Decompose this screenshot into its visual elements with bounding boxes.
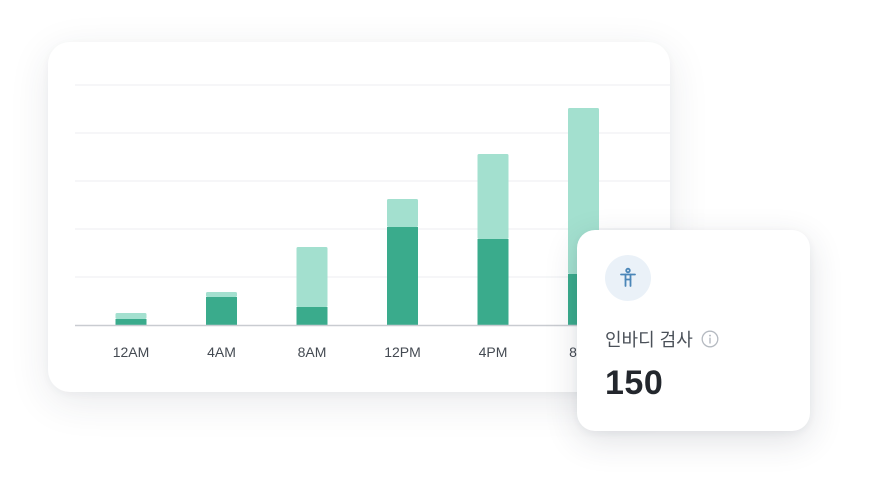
tick-label-layer: 12AM4AM8AM12PM4PM8PM [113,344,598,360]
x-tick-label: 4AM [207,344,236,360]
bar-segment-12pm-2[interactable] [387,199,418,227]
bar-segment-12am-1[interactable] [115,319,147,325]
metric-icon-badge [605,255,651,301]
bar-segment-4pm-2[interactable] [477,154,509,239]
x-tick-label: 8AM [298,344,327,360]
metric-value: 150 [605,364,664,402]
bar-layer [115,108,599,325]
bar-segment-12am-2[interactable] [115,313,147,319]
bar-segment-8am-2[interactable] [296,247,328,307]
bar-segment-12pm-1[interactable] [387,227,418,325]
x-tick-label: 4PM [479,344,508,360]
bar-segment-4pm-1[interactable] [477,239,509,325]
x-tick-label: 12AM [113,344,150,360]
bar-segment-4am-2[interactable] [206,292,237,297]
metric-card[interactable]: 인바디 검사 150 [577,230,810,431]
info-icon[interactable] [701,330,719,348]
metric-label-row: 인바디 검사 [605,326,719,352]
bar-segment-4am-1[interactable] [206,297,237,325]
metric-label: 인바디 검사 [605,330,693,350]
person-icon [620,267,636,287]
x-tick-label: 12PM [384,344,421,360]
dashboard-stage: 12AM4AM8AM12PM4PM8PM 인바디 검사 150 [0,0,890,485]
bar-segment-8am-1[interactable] [296,307,328,325]
